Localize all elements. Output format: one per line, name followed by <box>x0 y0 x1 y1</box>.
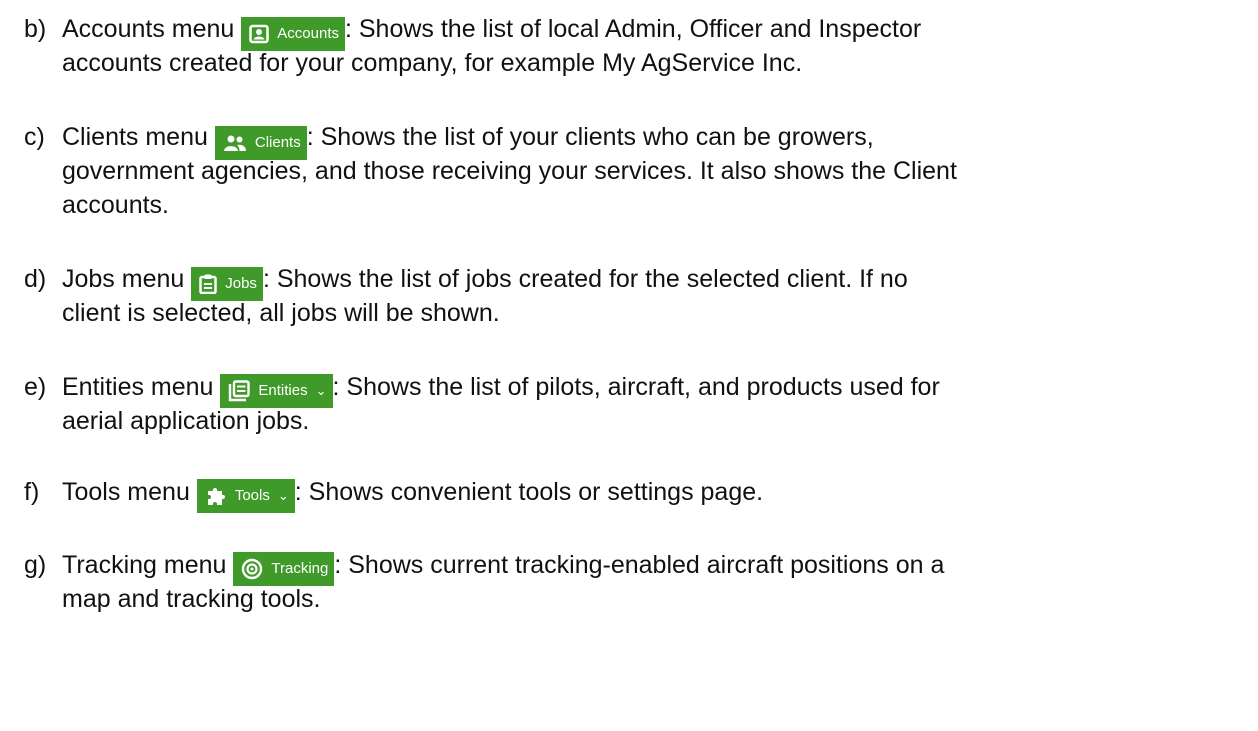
item-description: : Shows current tracking-enabled aircraf… <box>334 551 945 579</box>
button-label: Tracking <box>271 560 329 577</box>
item-marker: b) <box>24 15 47 43</box>
button-label: Tools <box>234 487 270 504</box>
menu-name: Accounts menu <box>62 15 235 43</box>
item-description: : Shows the list of pilots, aircraft, an… <box>332 373 940 401</box>
menu-name: Jobs menu <box>62 265 185 293</box>
entities-menu-button: Entities ⌄ <box>220 374 333 408</box>
chevron-down-icon: ⌄ <box>315 383 327 398</box>
document-page: b) Accounts menu Accounts : Shows the lis… <box>0 0 1258 731</box>
item-marker: g) <box>24 551 47 579</box>
item-marker: f) <box>24 478 40 506</box>
item-description: : Shows the list of your clients who can… <box>306 123 874 151</box>
people-icon <box>223 135 246 151</box>
clipboard-icon <box>199 274 217 294</box>
badge-icon <box>249 24 270 44</box>
target-icon <box>242 558 263 580</box>
item-description: : Shows the list of jobs created for the… <box>262 265 908 293</box>
menu-name: Tools menu <box>62 478 190 506</box>
puzzle-icon <box>207 488 225 505</box>
item-description-cont: government agencies, and those receiving… <box>62 157 957 185</box>
item-description-cont: accounts. <box>62 191 170 219</box>
item-marker: e) <box>24 373 47 401</box>
chevron-down-icon: ⌄ <box>277 488 289 503</box>
item-description-cont: accounts created for your company, for e… <box>62 49 803 77</box>
item-description-cont: client is selected, all jobs will be sho… <box>62 299 500 327</box>
menu-name: Entities menu <box>62 373 214 401</box>
menu-name: Clients menu <box>62 123 208 151</box>
menu-name: Tracking menu <box>62 551 227 579</box>
item-description: : Shows convenient tools or settings pag… <box>294 478 764 506</box>
button-label: Entities <box>258 382 308 399</box>
item-marker: c) <box>24 123 45 151</box>
item-description-cont: map and tracking tools. <box>62 585 321 613</box>
item-marker: d) <box>24 265 47 293</box>
item-description-cont: aerial application jobs. <box>62 407 310 435</box>
tools-menu-button: Tools ⌄ <box>196 479 295 513</box>
tracking-menu-button: Tracking <box>233 552 335 586</box>
list-icon <box>229 380 251 402</box>
item-description: : Shows the list of local Admin, Officer… <box>344 15 922 43</box>
